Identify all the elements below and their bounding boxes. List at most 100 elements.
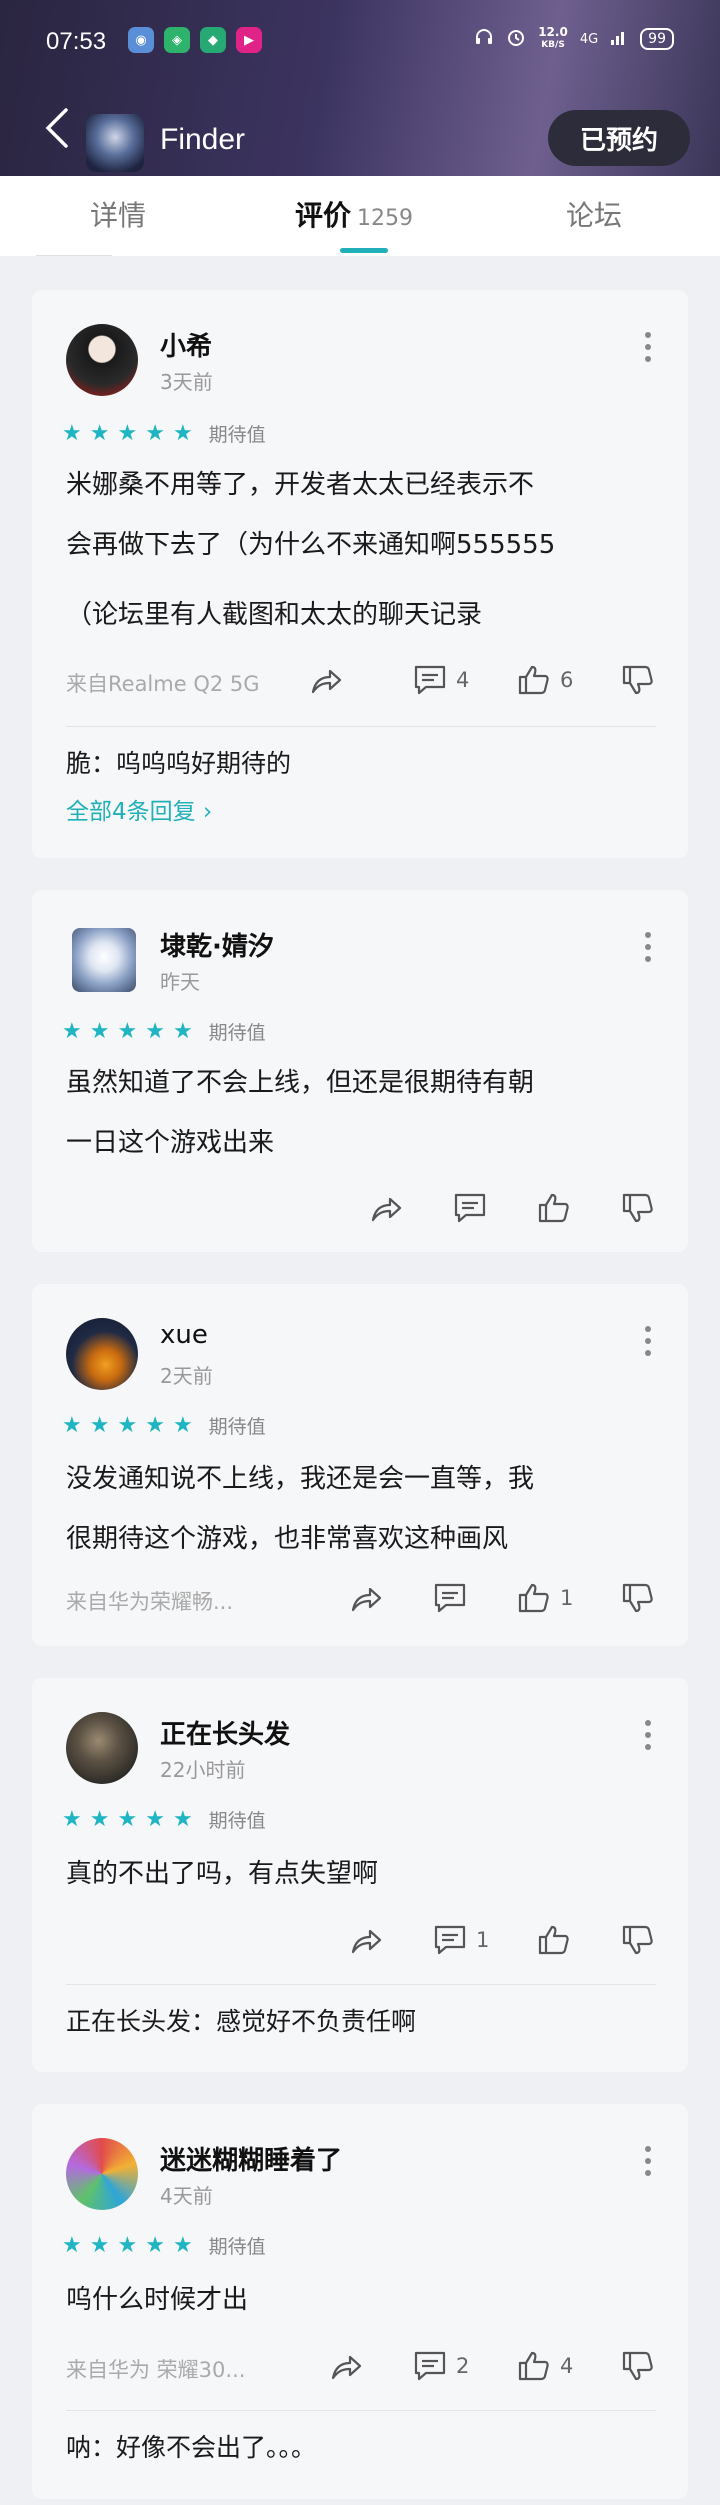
share-button[interactable]: [348, 1922, 432, 1958]
like-count: 1: [560, 1586, 574, 1610]
dislike-button[interactable]: [620, 2348, 656, 2384]
more-options-icon[interactable]: [644, 1326, 652, 1356]
username[interactable]: 埭乾·婧汐: [160, 926, 274, 963]
avatar[interactable]: [66, 1318, 138, 1390]
comment-icon: [432, 1922, 468, 1958]
share-icon: [308, 662, 344, 698]
message-app-icon: ◉: [128, 27, 154, 53]
comment-button[interactable]: 1: [432, 1922, 536, 1958]
rating-stars: ★ ★ ★ ★ ★ 期待值: [62, 2232, 266, 2259]
comment-count: 2: [456, 2354, 470, 2378]
comment-button[interactable]: 4: [412, 662, 516, 698]
avatar[interactable]: [72, 928, 136, 992]
signal-icon: [610, 28, 628, 51]
like-button[interactable]: 6: [516, 662, 620, 698]
comment-button[interactable]: [432, 1580, 516, 1616]
reply-preview[interactable]: 呐：好像不会出了。。。: [66, 2428, 316, 2464]
like-button[interactable]: [536, 1922, 620, 1958]
comment-button[interactable]: [452, 1190, 536, 1226]
review-time: 22小时前: [160, 1758, 246, 1782]
more-options-icon[interactable]: [644, 932, 652, 962]
rating-label: 期待值: [208, 2236, 266, 2258]
dislike-button[interactable]: [620, 662, 656, 698]
divider: [66, 1984, 656, 1985]
star-icon: ★: [89, 1412, 110, 1438]
star-icon: ★: [172, 2232, 193, 2258]
back-icon[interactable]: [44, 106, 70, 161]
comment-count: 1: [476, 1928, 490, 1952]
star-icon: ★: [62, 1412, 82, 1438]
more-options-icon[interactable]: [644, 1720, 652, 1750]
like-button[interactable]: [536, 1190, 620, 1226]
star-icon: ★: [62, 2232, 82, 2258]
thumbs-down-icon: [620, 2348, 656, 2384]
review-line: 米娜桑不用等了，开发者太太已经表示不: [66, 470, 535, 500]
all-replies-label: 全部4条回复: [66, 799, 196, 825]
dislike-button[interactable]: [620, 1922, 656, 1958]
share-icon: [348, 1580, 384, 1616]
review-time: 2天前: [160, 1364, 213, 1388]
device-info: 来自Realme Q2 5G: [66, 672, 260, 696]
like-button[interactable]: 4: [516, 2348, 620, 2384]
tab-bar: 详情 评价 1259 论坛: [0, 176, 720, 256]
username[interactable]: 迷迷糊糊睡着了: [160, 2140, 342, 2177]
thumbs-down-icon: [620, 1580, 656, 1616]
star-icon: ★: [172, 420, 193, 446]
alarm-icon: [506, 27, 526, 52]
comment-icon: [432, 1580, 468, 1616]
reply-preview[interactable]: 脆：呜呜呜好期待的: [66, 744, 291, 780]
divider: [66, 2410, 656, 2411]
avatar[interactable]: [66, 1712, 138, 1784]
all-replies-link[interactable]: 全部4条回复 ›: [66, 792, 212, 826]
review-actions: 1: [348, 1580, 656, 1616]
review-card: 迷迷糊糊睡着了 4天前 ★ ★ ★ ★ ★ 期待值 呜什么时候才出 来自华为 荣耀30.…: [32, 2104, 688, 2499]
review-card: 小希 3天前 ★ ★ ★ ★ ★ 期待值 米娜桑不用等了，开发者太太已经表示不 会再做下…: [32, 290, 688, 858]
share-button[interactable]: [328, 2348, 412, 2384]
share-button[interactable]: [308, 662, 412, 698]
rating-stars: ★ ★ ★ ★ ★ 期待值: [62, 1806, 266, 1833]
thumbs-down-icon: [620, 1922, 656, 1958]
more-options-icon[interactable]: [644, 2146, 652, 2176]
username[interactable]: 小希: [160, 326, 212, 363]
star-icon: ★: [172, 1412, 193, 1438]
reserved-button[interactable]: 已预约: [548, 110, 690, 166]
username[interactable]: xue: [160, 1320, 208, 1350]
tab-details[interactable]: 详情: [90, 194, 146, 234]
tab-reviews[interactable]: 评价 1259: [295, 194, 413, 234]
review-card: 正在长头发 22小时前 ★ ★ ★ ★ ★ 期待值 真的不出了吗，有点失望啊 1 正在长…: [32, 1678, 688, 2072]
reply-preview[interactable]: 正在长头发：感觉好不负责任啊: [66, 2002, 416, 2038]
like-button[interactable]: 1: [516, 1580, 620, 1616]
dislike-button[interactable]: [620, 1190, 656, 1226]
thumbs-up-icon: [536, 1922, 572, 1958]
thumbs-up-icon: [536, 1190, 572, 1226]
more-options-icon[interactable]: [644, 332, 652, 362]
status-bar: 07:53 ◉ ◈ ◆ ▶ 12.0 KB/S 4G 99: [0, 0, 720, 88]
review-line: 很期待这个游戏，也非常喜欢这种画风: [66, 1524, 509, 1554]
thumbs-up-icon: [516, 662, 552, 698]
battery-level: 99: [640, 28, 674, 50]
app-header: 07:53 ◉ ◈ ◆ ▶ 12.0 KB/S 4G 99 Finder 已预约: [0, 0, 720, 176]
thumbs-down-icon: [620, 662, 656, 698]
username[interactable]: 正在长头发: [160, 1714, 290, 1751]
comment-icon: [412, 2348, 448, 2384]
dislike-button[interactable]: [620, 1580, 656, 1616]
rating-label: 期待值: [208, 1022, 266, 1044]
speed-unit: KB/S: [541, 40, 565, 50]
review-line: 没发通知说不上线，我还是会一直等，我: [66, 1464, 535, 1494]
like-count: 6: [560, 668, 574, 692]
share-button[interactable]: [348, 1580, 432, 1616]
comment-icon: [452, 1190, 488, 1226]
avatar[interactable]: [66, 2138, 138, 2210]
comment-button[interactable]: 2: [412, 2348, 516, 2384]
speed-value: 12.0: [538, 25, 568, 39]
share-button[interactable]: [368, 1190, 452, 1226]
star-icon: ★: [172, 1018, 193, 1044]
notification-icons: ◉ ◈ ◆ ▶: [128, 27, 262, 53]
rating-stars: ★ ★ ★ ★ ★ 期待值: [62, 420, 266, 447]
review-line: 虽然知道了不会上线，但还是很期待有朝: [66, 1068, 535, 1098]
share-icon: [368, 1190, 404, 1226]
review-line: 会再做下去了（为什么不来通知啊555555: [66, 530, 556, 560]
divider: [66, 726, 656, 727]
tab-forum[interactable]: 论坛: [566, 194, 622, 234]
avatar[interactable]: [66, 324, 138, 396]
